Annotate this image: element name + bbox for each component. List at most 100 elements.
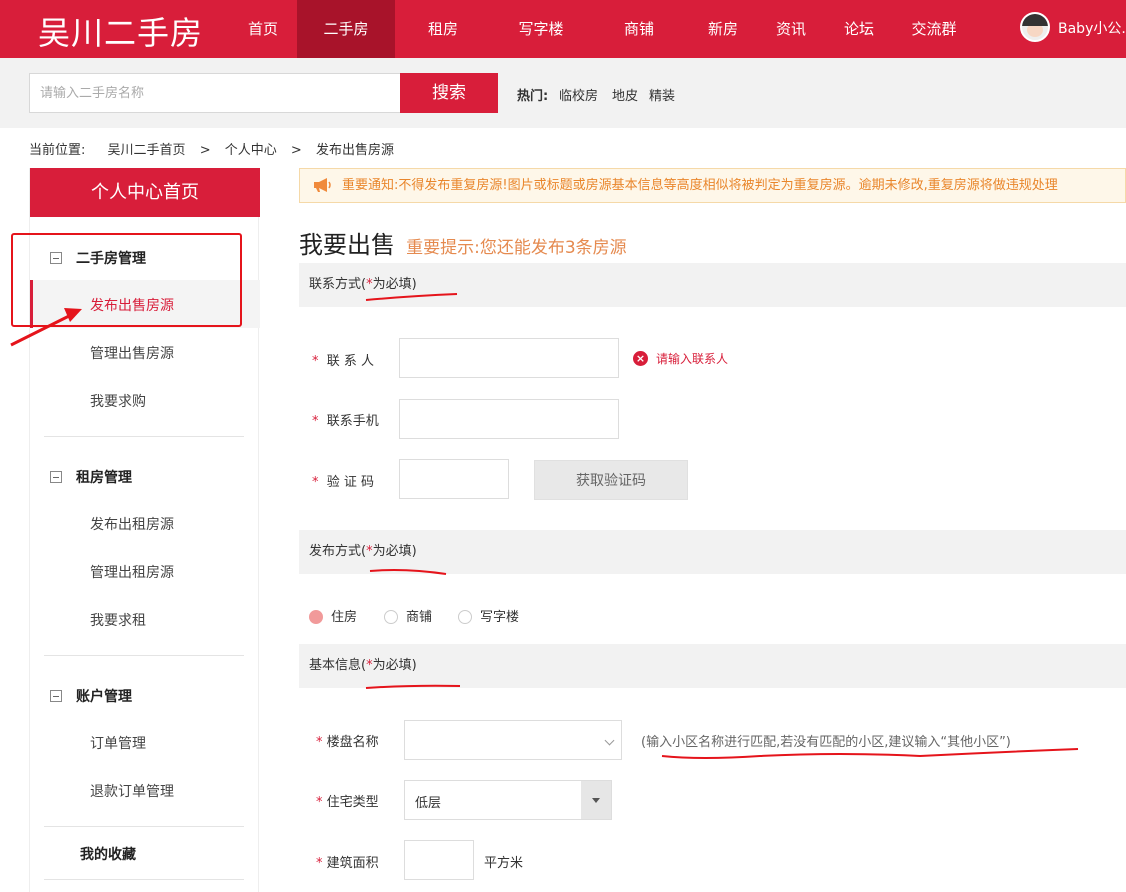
page-tip: 重要提示:您还能发布3条房源 — [406, 238, 627, 258]
sidebar-divider — [44, 826, 244, 827]
title-row: 我要出售 重要提示:您还能发布3条房源 — [299, 225, 627, 260]
nav-rent[interactable]: 租房 — [412, 0, 474, 58]
nav-shop[interactable]: 商铺 — [608, 0, 670, 58]
page-title: 我要出售 — [299, 231, 395, 259]
get-code-button[interactable]: 获取验证码 — [534, 460, 688, 500]
sidebar-group-title: 账户管理 — [76, 689, 132, 705]
radio-label: 写字楼 — [480, 610, 520, 625]
sidebar-item-refunds[interactable]: 退款订单管理 — [90, 781, 174, 801]
hot-tag[interactable]: 临校房 — [559, 85, 598, 104]
site-logo[interactable]: 吴川二手房 — [38, 8, 203, 54]
chevron-down-icon[interactable] — [601, 721, 621, 759]
username[interactable]: Baby小公... — [1058, 0, 1126, 58]
collapse-icon[interactable] — [50, 251, 62, 264]
radio-shop[interactable]: 商铺 — [384, 606, 432, 625]
nav-news[interactable]: 资讯 — [760, 0, 822, 58]
breadcrumb-item: 发布出售房源 — [315, 143, 394, 158]
sidebar-item-manage-rent[interactable]: 管理出租房源 — [90, 562, 174, 582]
sidebar-divider — [44, 655, 244, 656]
required-star: * — [312, 414, 319, 429]
breadcrumb-label: 当前位置: — [29, 143, 86, 158]
search-input[interactable] — [29, 73, 401, 113]
sidebar-home-button[interactable]: 个人中心首页 — [30, 168, 260, 217]
sidebar-group-title: 二手房管理 — [76, 251, 146, 267]
hot-label: 热门: — [517, 89, 549, 104]
contact-name-input[interactable] — [399, 338, 619, 378]
nav-home[interactable]: 首页 — [229, 0, 297, 58]
label-text: 住宅类型 — [326, 795, 379, 810]
radio-label: 住房 — [331, 610, 358, 625]
radio-house[interactable]: 住房 — [309, 606, 357, 625]
label-text: 联系手机 — [326, 414, 379, 429]
label-text: 验 证 码 — [326, 475, 375, 490]
hot-tag[interactable]: 地皮 — [612, 85, 638, 104]
estate-select[interactable] — [404, 720, 622, 760]
required-note: 为必填 — [372, 277, 412, 292]
required-note: 为必填 — [372, 658, 412, 673]
section-title: 发布方式 — [309, 544, 362, 559]
estate-hint: (输入小区名称进行匹配,若没有匹配的小区,建议输入“其他小区”) — [641, 735, 1011, 750]
required-star: * — [312, 354, 319, 369]
area-unit: 平方米 — [484, 856, 524, 871]
collapse-icon[interactable] — [50, 470, 62, 483]
notice-text: 重要通知:不得发布重复房源!图片或标题或房源基本信息等高度相似将被判定为重复房源… — [342, 178, 1058, 193]
sidebar-group-secondhand[interactable]: 二手房管理 — [50, 248, 146, 268]
label-text: 楼盘名称 — [326, 735, 379, 750]
section-publish: 发布方式(*为必填) — [299, 530, 1126, 574]
nav-new-house[interactable]: 新房 — [692, 0, 754, 58]
sidebar-group-account[interactable]: 账户管理 — [50, 686, 132, 706]
error-icon: × — [633, 351, 648, 366]
error-text: 请输入联系人 — [656, 352, 729, 366]
search-button[interactable]: 搜索 — [400, 73, 498, 113]
sidebar-item-want-buy[interactable]: 我要求购 — [90, 391, 146, 411]
label-text: 联 系 人 — [326, 354, 375, 369]
phone-label: * 联系手机 — [312, 410, 379, 429]
area-input[interactable] — [404, 840, 474, 880]
search-bar: 搜索 热门: 临校房 地皮 精装 — [0, 58, 1126, 128]
required-note-close: ) — [411, 544, 417, 559]
phone-input[interactable] — [399, 399, 619, 439]
hot-tag[interactable]: 精装 — [649, 85, 675, 104]
required-star: * — [316, 795, 323, 810]
breadcrumb-separator: > — [199, 143, 211, 158]
required-note-close: ) — [411, 277, 417, 292]
avatar[interactable] — [1020, 12, 1050, 42]
breadcrumb-item[interactable]: 吴川二手首页 — [108, 143, 186, 158]
required-note: 为必填 — [372, 544, 412, 559]
required-star: * — [316, 856, 323, 871]
sidebar-item-manage-sale[interactable]: 管理出售房源 — [90, 343, 174, 363]
required-star: * — [312, 475, 319, 490]
type-select[interactable]: 低层 — [404, 780, 612, 820]
section-title: 联系方式 — [309, 277, 362, 292]
nav-office[interactable]: 写字楼 — [505, 0, 577, 58]
nav-second-hand[interactable]: 二手房 — [297, 0, 395, 58]
sidebar-item-orders[interactable]: 订单管理 — [90, 733, 146, 753]
dropdown-arrow-icon[interactable] — [581, 781, 611, 819]
section-contact: 联系方式(*为必填) — [299, 263, 1126, 307]
sidebar-item-want-rent[interactable]: 我要求租 — [90, 610, 146, 630]
sidebar-item-favorites[interactable]: 我的收藏 — [80, 844, 136, 864]
annotation-underline — [661, 748, 1079, 759]
code-label: * 验 证 码 — [312, 471, 374, 490]
radio-dot[interactable] — [384, 609, 398, 624]
sidebar-item-publish-rent[interactable]: 发布出租房源 — [90, 514, 174, 534]
breadcrumb: 当前位置: 吴川二手首页 > 个人中心 > 发布出售房源 — [29, 139, 404, 158]
sidebar-group-rent[interactable]: 租房管理 — [50, 467, 132, 487]
radio-dot[interactable] — [309, 609, 323, 624]
contact-name-label: * 联 系 人 — [312, 350, 374, 369]
contact-name-error: × 请输入联系人 — [633, 350, 728, 367]
radio-office[interactable]: 写字楼 — [458, 606, 519, 625]
estate-label: * 楼盘名称 — [316, 731, 379, 750]
nav-group[interactable]: 交流群 — [898, 0, 970, 58]
code-input[interactable] — [399, 459, 509, 499]
sidebar-item-publish-sale[interactable]: 发布出售房源 — [90, 295, 174, 315]
label-text: 建筑面积 — [326, 856, 379, 871]
breadcrumb-item[interactable]: 个人中心 — [225, 143, 277, 158]
breadcrumb-separator: > — [290, 143, 302, 158]
collapse-icon[interactable] — [50, 689, 62, 702]
radio-dot[interactable] — [458, 609, 472, 624]
nav-forum[interactable]: 论坛 — [828, 0, 890, 58]
sidebar-divider — [44, 436, 244, 437]
radio-label: 商铺 — [406, 610, 433, 625]
section-title: 基本信息 — [309, 658, 362, 673]
